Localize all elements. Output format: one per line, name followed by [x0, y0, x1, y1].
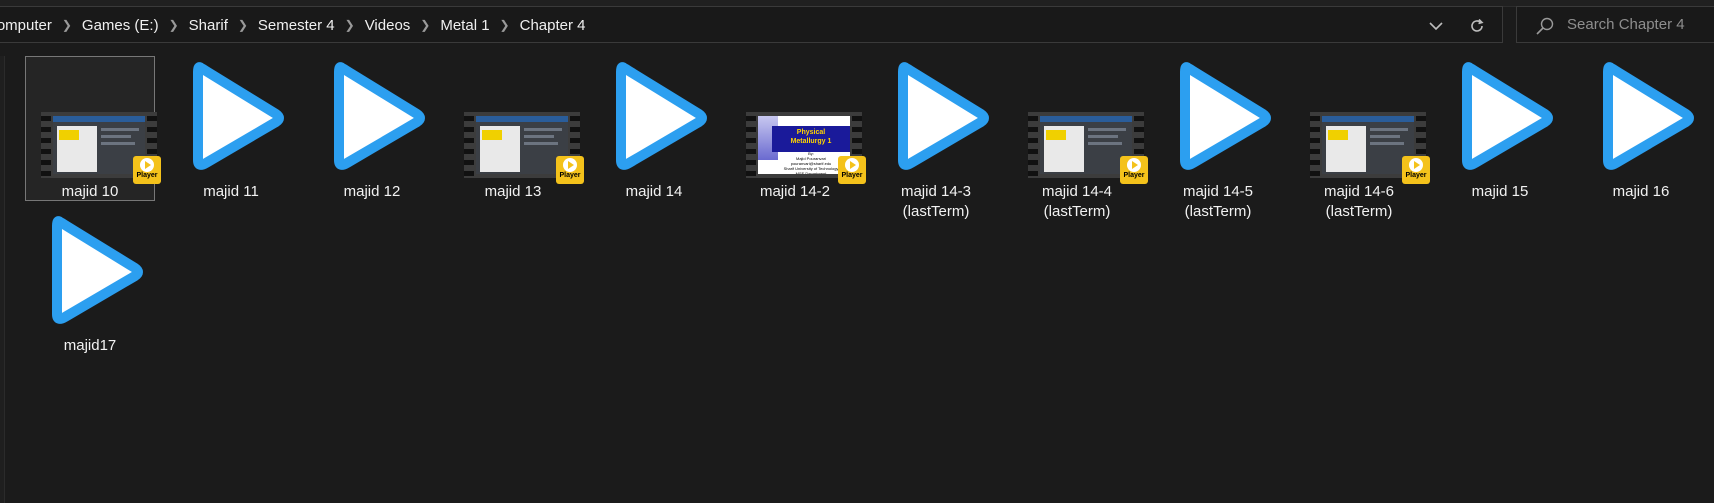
film-strip [41, 112, 51, 178]
breadcrumb: Computer ❯ Games (E:) ❯ Sharif ❯ Semeste… [0, 7, 589, 44]
file-thumbnail [35, 214, 147, 334]
file-name: majid17 [63, 337, 117, 354]
film-strip [746, 112, 756, 178]
breadcrumb-games-drive[interactable]: Games (E:) [78, 17, 163, 34]
chevron-right-icon[interactable]: ❯ [339, 18, 361, 32]
player-app-badge: Player [133, 156, 161, 184]
video-frame [476, 116, 568, 174]
video-frame: Physical Metallurgy 1 By: Majid Pouranva… [758, 116, 850, 174]
breadcrumb-sharif[interactable]: Sharif [185, 17, 232, 34]
file-thumbnail: Player [35, 60, 161, 184]
badge-label: Player [841, 172, 863, 179]
file-thumbnail: Player [1022, 60, 1148, 184]
video-frame [1040, 116, 1132, 174]
file-name: majid 14-4 (lastTerm) [1041, 183, 1113, 220]
refresh-icon [1471, 18, 1484, 32]
chevron-right-icon[interactable]: ❯ [414, 18, 436, 32]
file-name: majid 12 [343, 183, 401, 200]
video-file-icon [1603, 62, 1694, 170]
film-strip [1310, 112, 1320, 178]
video-thumbnail: Physical Metallurgy 1 By: Majid Pouranva… [746, 112, 866, 184]
player-app-badge: Player [838, 156, 866, 184]
video-frame [53, 116, 145, 174]
video-thumbnail: Player [41, 112, 161, 184]
slide-title-line: Physical [796, 129, 826, 136]
chevron-right-icon[interactable]: ❯ [56, 18, 78, 32]
search-box[interactable] [1516, 6, 1714, 43]
chevron-right-icon[interactable]: ❯ [163, 18, 185, 32]
file-name: majid 14-2 [759, 183, 831, 200]
badge-label: Player [1405, 172, 1427, 179]
play-icon [563, 158, 577, 172]
file-name: majid 14-3 (lastTerm) [900, 183, 972, 220]
file-thumbnail: Physical Metallurgy 1 By: Majid Pouranva… [740, 60, 866, 184]
file-name: majid 13 [484, 183, 542, 200]
breadcrumb-videos[interactable]: Videos [361, 17, 415, 34]
file-name: majid 14-5 (lastTerm) [1182, 183, 1254, 220]
video-file-icon [334, 62, 425, 170]
chevron-down-icon [1429, 21, 1443, 30]
file-name: majid 15 [1471, 183, 1529, 200]
play-icon [845, 158, 859, 172]
breadcrumb-metal-1[interactable]: Metal 1 [436, 17, 493, 34]
file-thumbnail [317, 60, 429, 180]
video-file-icon [616, 62, 707, 170]
file-thumbnail [599, 60, 711, 180]
address-history-button[interactable] [1420, 7, 1452, 44]
video-file-icon [1462, 62, 1553, 170]
video-file-icon [1180, 62, 1271, 170]
player-app-badge: Player [1402, 156, 1430, 184]
refresh-button[interactable] [1460, 7, 1494, 44]
file-thumbnail [176, 60, 288, 180]
file-name: majid 14-6 (lastTerm) [1323, 183, 1395, 220]
video-frame [1322, 116, 1414, 174]
file-thumbnail [1586, 60, 1698, 180]
video-file-icon [52, 216, 143, 324]
nav-pane-edge[interactable] [0, 56, 5, 503]
breadcrumb-computer[interactable]: Computer [0, 17, 56, 34]
video-file-icon [193, 62, 284, 170]
file-thumbnail: Player [458, 60, 584, 184]
file-thumbnail [881, 60, 993, 180]
video-file-icon [898, 62, 989, 170]
video-thumbnail: Player [464, 112, 584, 184]
file-thumbnail [1163, 60, 1275, 180]
slide-title-line: Metallurgy 1 [790, 138, 832, 145]
file-name: majid 11 [203, 183, 259, 200]
search-icon [1536, 17, 1554, 35]
file-name: majid 10 [61, 183, 119, 200]
player-app-badge: Player [1120, 156, 1148, 184]
chevron-right-icon[interactable]: ❯ [494, 18, 516, 32]
play-icon [1409, 158, 1423, 172]
film-strip [1028, 112, 1038, 178]
file-name: majid 16 [1612, 183, 1670, 200]
badge-label: Player [559, 172, 581, 179]
play-icon [140, 158, 154, 172]
file-name: majid 14 [625, 183, 683, 200]
chevron-right-icon[interactable]: ❯ [232, 18, 254, 32]
address-bar[interactable]: Computer ❯ Games (E:) ❯ Sharif ❯ Semeste… [0, 6, 1503, 43]
file-thumbnail [1445, 60, 1557, 180]
play-icon [1127, 158, 1141, 172]
badge-label: Player [1123, 172, 1145, 179]
video-thumbnail: Player [1310, 112, 1430, 184]
breadcrumb-semester-4[interactable]: Semester 4 [254, 17, 339, 34]
search-input[interactable] [1567, 7, 1713, 42]
video-thumbnail: Player [1028, 112, 1148, 184]
player-app-badge: Player [556, 156, 584, 184]
breadcrumb-chapter-4[interactable]: Chapter 4 [516, 17, 590, 34]
file-thumbnail: Player [1304, 60, 1430, 184]
film-strip [464, 112, 474, 178]
badge-label: Player [136, 172, 158, 179]
